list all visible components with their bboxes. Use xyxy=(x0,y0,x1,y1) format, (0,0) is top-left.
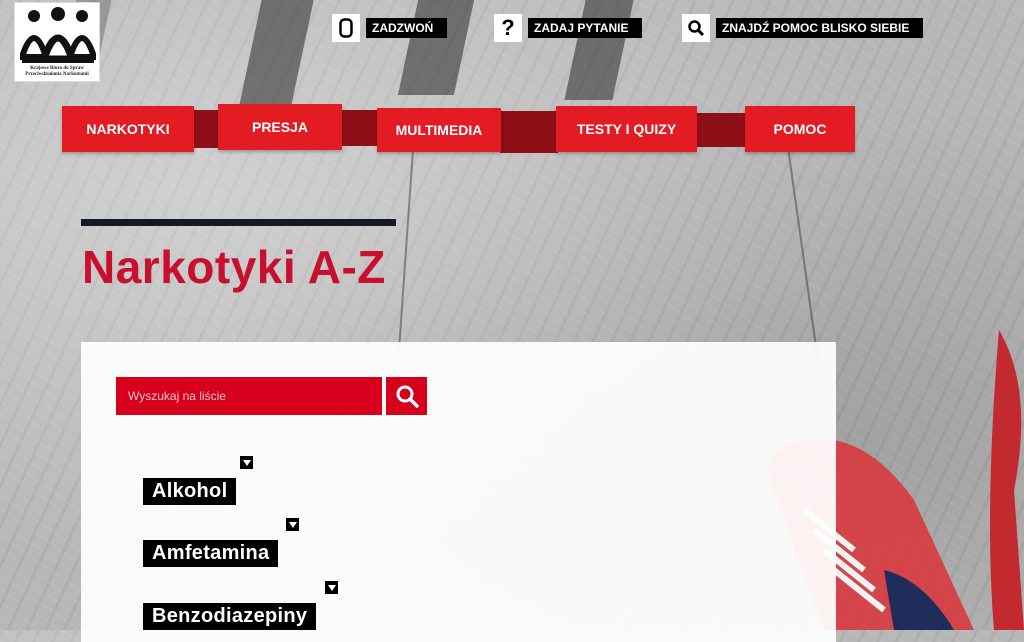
expand-arrow-icon[interactable] xyxy=(286,518,299,531)
drug-list-panel: Alkohol Amfetamina Benzodiazepiny xyxy=(81,342,836,642)
page-title: Narkotyki A-Z xyxy=(82,241,386,293)
nav-item-label: NARKOTYKI xyxy=(86,121,170,137)
nav-connector xyxy=(340,110,380,146)
nav-item-label: TESTY I QUIZY xyxy=(576,121,677,137)
nav-connector xyxy=(500,111,558,153)
nav-item-multimedia[interactable]: MULTIMEDIA xyxy=(377,108,501,152)
list-item[interactable]: Amfetamina xyxy=(143,518,299,567)
background-crack xyxy=(398,150,414,350)
question-icon: ? xyxy=(494,14,522,42)
nav-item-presja[interactable]: PRESJA xyxy=(218,104,342,150)
utility-find-help[interactable]: ZNAJDŹ POMOC BLISKO SIEBIE xyxy=(682,14,924,42)
nav-item-label: POMOC xyxy=(773,121,827,137)
list-item[interactable]: Alkohol xyxy=(143,456,253,505)
drug-name-benzodiazepiny[interactable]: Benzodiazepiny xyxy=(143,603,317,630)
background-streak xyxy=(238,0,314,110)
utility-ask-question-label: ZADAJ PYTANIE xyxy=(528,18,643,38)
nav-item-pomoc[interactable]: POMOC xyxy=(745,106,855,152)
nav-item-narkotyki[interactable]: NARKOTYKI xyxy=(62,106,194,152)
search-button[interactable] xyxy=(386,377,427,415)
drug-name-amfetamina[interactable]: Amfetamina xyxy=(143,540,279,567)
utility-call-label: ZADZWOŃ xyxy=(366,18,448,38)
list-item[interactable]: Benzodiazepiny xyxy=(143,581,338,630)
title-decoration-bar xyxy=(81,219,396,226)
nav-connector xyxy=(696,113,748,147)
drug-name-alkohol[interactable]: Alkohol xyxy=(143,478,237,505)
nav-item-label: MULTIMEDIA xyxy=(395,122,483,138)
search-icon xyxy=(396,385,419,408)
background-crack xyxy=(783,121,819,359)
expand-arrow-icon[interactable] xyxy=(325,581,338,594)
site-logo[interactable]: Krajowe Biuro do Spraw Przeciwdziałania … xyxy=(14,2,100,82)
nav-item-testy-i-quizy[interactable]: TESTY I QUIZY xyxy=(556,106,697,152)
phone-icon xyxy=(332,14,360,42)
logo-text: Krajowe Biuro do Spraw Przeciwdziałania … xyxy=(25,66,89,77)
logo-figures-icon xyxy=(20,7,96,63)
utility-call[interactable]: ZADZWOŃ xyxy=(332,14,448,42)
search-input[interactable] xyxy=(116,377,382,415)
utility-find-help-label: ZNAJDŹ POMOC BLISKO SIEBIE xyxy=(716,18,924,38)
nav-item-label: PRESJA xyxy=(251,119,309,135)
search-icon xyxy=(682,14,710,42)
utility-ask-question[interactable]: ? ZADAJ PYTANIE xyxy=(494,14,643,42)
expand-arrow-icon[interactable] xyxy=(240,456,253,469)
